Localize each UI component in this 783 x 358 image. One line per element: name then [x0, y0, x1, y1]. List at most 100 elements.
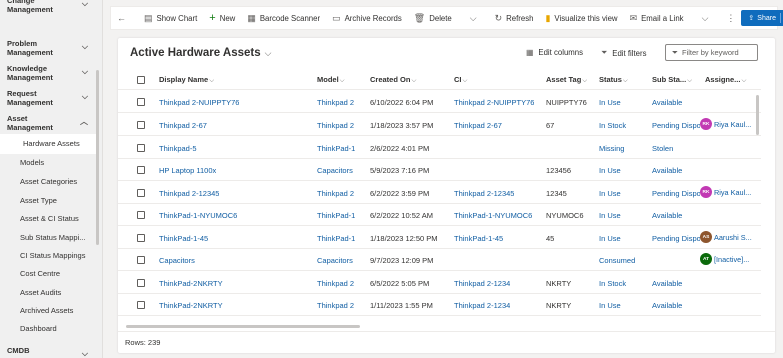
model-link[interactable]: Thinkpad 2: [317, 189, 354, 198]
row-checkbox[interactable]: [137, 301, 145, 309]
sidebar-item-label: Archived Assets: [20, 306, 74, 315]
sidebar-item-hardware-assets[interactable]: Hardware Assets: [0, 134, 96, 154]
table-row[interactable]: Capacitors Capacitors 9/7/2023 12:09 PM …: [118, 249, 761, 271]
ci-link[interactable]: ThinkPad-1-45: [454, 234, 503, 243]
column-header-display-name[interactable]: Display Name⌵: [159, 75, 214, 85]
nav-group-asset-management[interactable]: Asset Management ︿: [0, 114, 96, 132]
assigned-to-link[interactable]: RK Riya Kaul...: [700, 186, 751, 198]
display-name-link[interactable]: ThinkPad-1-NYUMOC6: [159, 211, 237, 220]
email-link-button[interactable]: ✉ Email a Link: [624, 7, 690, 29]
sidebar-item-models[interactable]: Models: [0, 153, 96, 173]
sidebar-item-dashboard[interactable]: Dashboard: [0, 319, 96, 339]
email-chevron-button[interactable]: ⌵: [696, 7, 715, 29]
row-checkbox[interactable]: [137, 98, 145, 106]
sidebar-item-asset-ci-status[interactable]: Asset & CI Status: [0, 209, 96, 229]
edit-filters-button[interactable]: ⏷ Edit filters: [601, 48, 646, 58]
sidebar-item-ci-status-mappings[interactable]: CI Status Mappings: [0, 246, 96, 266]
ci-link[interactable]: ThinkPad-1-NYUMOC6: [454, 211, 532, 220]
assigned-to-link[interactable]: AS Aarushi S...: [700, 231, 752, 243]
table-row[interactable]: ThinkPad-1-45 ThinkPad-1 1/18/2023 12:50…: [118, 227, 761, 249]
row-checkbox[interactable]: [137, 234, 145, 242]
model-link[interactable]: Capacitors: [317, 166, 353, 175]
archive-records-button[interactable]: ▭ Archive Records: [326, 7, 408, 29]
row-checkbox[interactable]: [137, 279, 145, 287]
display-name-link[interactable]: Thinkpad 2-NUIPPTY76: [159, 98, 239, 107]
sidebar-item-asset-type[interactable]: Asset Type: [0, 191, 96, 211]
display-name-link[interactable]: ThinkPad-1-45: [159, 234, 208, 243]
sub-status: Pending Dispo: [652, 234, 700, 243]
sidebar-item-asset-categories[interactable]: Asset Categories: [0, 172, 96, 192]
table-row[interactable]: Thinkpad 2-12345 Thinkpad 2 6/2/2022 3:5…: [118, 182, 761, 204]
column-label: Asset Tag: [546, 75, 582, 84]
column-header-status[interactable]: Status⌵: [599, 75, 628, 85]
table-row[interactable]: Thinkpad 2-NUIPPTY76 Thinkpad 2 6/10/202…: [118, 91, 761, 113]
model-link[interactable]: Thinkpad 2: [317, 98, 354, 107]
ci-link[interactable]: Thinkpad 2-1234: [454, 301, 510, 310]
nav-group-problem-management[interactable]: Problem Management ⌵: [0, 39, 96, 57]
ci-link[interactable]: Thinkpad 2-NUIPPTY76: [454, 98, 534, 107]
sidebar-scrollbar[interactable]: [96, 70, 99, 245]
row-checkbox[interactable]: [137, 256, 145, 264]
row-checkbox[interactable]: [137, 211, 145, 219]
model-link[interactable]: ThinkPad-1: [317, 211, 355, 220]
nav-group-cmdb[interactable]: CMDB ⌵: [0, 346, 96, 358]
display-name-link[interactable]: Thinkpad 2-12345: [159, 189, 219, 198]
model-link[interactable]: Thinkpad 2: [317, 301, 354, 310]
vertical-scrollbar[interactable]: [756, 95, 759, 135]
column-header-sub-status[interactable]: Sub Sta...⌵: [652, 75, 692, 85]
table-row[interactable]: ThinkPad-1-NYUMOC6 ThinkPad-1 6/2/2022 1…: [118, 204, 761, 226]
view-selector[interactable]: Active Hardware Assets ⌵: [130, 47, 271, 59]
select-all-checkbox[interactable]: [137, 76, 145, 84]
table-row[interactable]: ThinkPad-2NKRTY Thinkpad 2 6/5/2022 5:05…: [118, 272, 761, 294]
table-row[interactable]: HP Laptop 1100x Capacitors 5/9/2023 7:16…: [118, 159, 761, 181]
row-checkbox[interactable]: [137, 189, 145, 197]
display-name-link[interactable]: ThinkPad-2NKRTY: [159, 301, 223, 310]
assigned-to-link[interactable]: AT [Inactive]...: [700, 253, 749, 265]
sidebar-item-archived-assets[interactable]: Archived Assets: [0, 301, 96, 321]
display-name-link[interactable]: Capacitors: [159, 256, 195, 265]
model-link[interactable]: ThinkPad-1: [317, 234, 355, 243]
back-button[interactable]: ←: [111, 7, 132, 29]
refresh-button[interactable]: ↻ Refresh: [489, 7, 540, 29]
horizontal-scrollbar[interactable]: [126, 325, 360, 328]
row-checkbox[interactable]: [137, 144, 145, 152]
sidebar-item-sub-status-mappings[interactable]: Sub Status Mappi...: [0, 228, 96, 248]
table-row[interactable]: Thinkpad 2-67 Thinkpad 2 1/18/2023 3:57 …: [118, 114, 761, 136]
display-name-link[interactable]: ThinkPad-2NKRTY: [159, 279, 223, 288]
display-name-link[interactable]: Thinkpad-5: [159, 144, 197, 153]
display-name-link[interactable]: HP Laptop 1100x: [159, 166, 216, 175]
more-commands-button[interactable]: ⋮: [720, 7, 741, 29]
table-row[interactable]: Thinkpad-5 ThinkPad-1 2/6/2022 4:01 PM M…: [118, 137, 761, 159]
visualize-button[interactable]: ▮ Visualize this view: [539, 7, 623, 29]
column-header-ci[interactable]: CI⌵: [454, 75, 467, 85]
filter-by-keyword-input[interactable]: ⏷ Filter by keyword: [665, 44, 758, 61]
column-header-asset-tag[interactable]: Asset Tag⌵: [546, 75, 587, 85]
edit-columns-button[interactable]: ▦ Edit columns: [526, 48, 583, 57]
show-chart-button[interactable]: ▤ Show Chart: [138, 7, 203, 29]
column-header-assigned-to[interactable]: Assigne...⌵: [705, 75, 746, 85]
more-delete-chevron-button[interactable]: ⌵: [464, 7, 483, 29]
sidebar-item-cost-centre[interactable]: Cost Centre: [0, 264, 96, 284]
nav-group-knowledge-management[interactable]: Knowledge Management ⌵: [0, 64, 96, 82]
column-header-model[interactable]: Model⌵: [317, 75, 345, 85]
display-name-link[interactable]: Thinkpad 2-67: [159, 121, 207, 130]
delete-button[interactable]: 🗑 Delete: [408, 7, 458, 29]
model-link[interactable]: Thinkpad 2: [317, 121, 354, 130]
column-header-created-on[interactable]: Created On⌵: [370, 75, 416, 85]
ci-link[interactable]: Thinkpad 2-67: [454, 121, 502, 130]
ci-link[interactable]: Thinkpad 2-1234: [454, 279, 510, 288]
model-link[interactable]: ThinkPad-1: [317, 144, 355, 153]
nav-group-change-management[interactable]: Change Management ⌵: [0, 0, 96, 14]
assigned-to-link[interactable]: RK Riya Kaul...: [700, 118, 751, 130]
sidebar-item-asset-audits[interactable]: Asset Audits: [0, 283, 96, 303]
nav-group-request-management[interactable]: Request Management ⌵: [0, 89, 96, 107]
share-button[interactable]: ⇪ Share ⌵: [741, 10, 783, 26]
row-checkbox[interactable]: [137, 166, 145, 174]
table-row[interactable]: ThinkPad-2NKRTY Thinkpad 2 1/11/2023 1:5…: [118, 294, 761, 316]
row-checkbox[interactable]: [137, 121, 145, 129]
model-link[interactable]: Capacitors: [317, 256, 353, 265]
model-link[interactable]: Thinkpad 2: [317, 279, 354, 288]
ci-link[interactable]: Thinkpad 2-12345: [454, 189, 514, 198]
barcode-scanner-button[interactable]: ▦ Barcode Scanner: [241, 7, 326, 29]
new-button[interactable]: + New: [203, 7, 241, 29]
